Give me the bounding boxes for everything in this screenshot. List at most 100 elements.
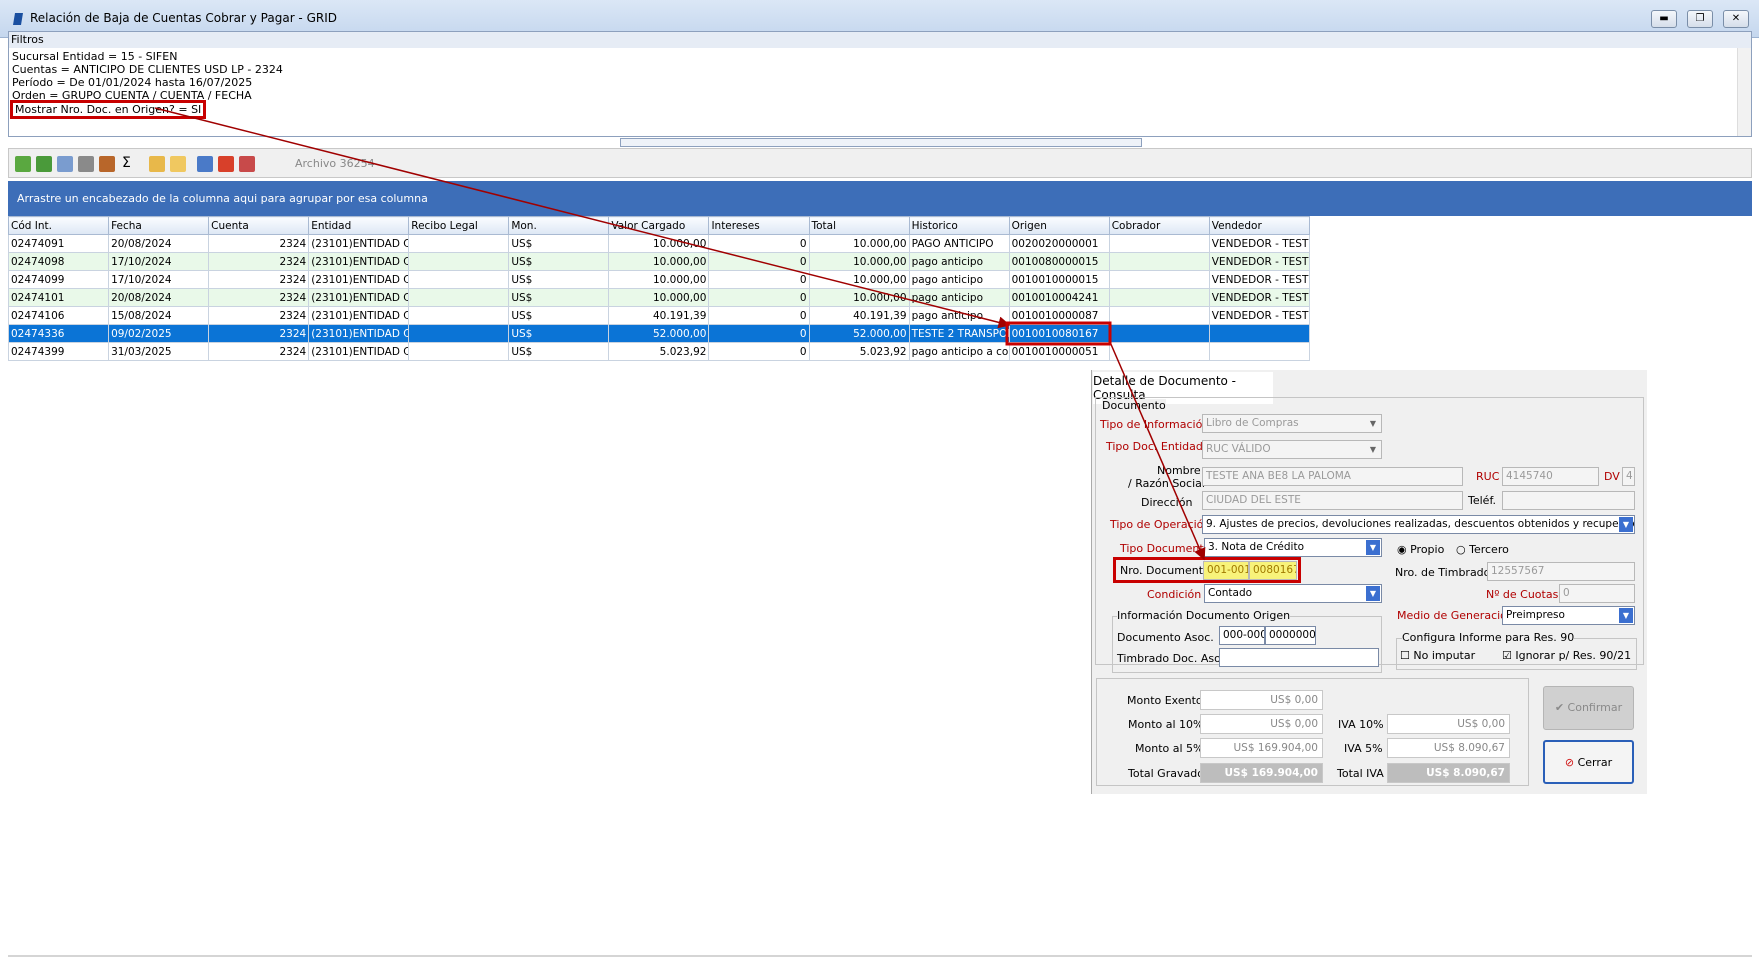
table-cell[interactable]: 40.191,39 <box>808 306 910 325</box>
table-cell[interactable]: 10.000,00 <box>808 270 910 289</box>
table-cell[interactable]: 20/08/2024 <box>108 234 210 253</box>
table-cell[interactable]: 2324 <box>208 252 310 271</box>
table-cell[interactable]: 02474106 <box>7 306 110 325</box>
table-cell[interactable]: 2324 <box>208 324 310 343</box>
column-header[interactable]: Total <box>808 216 910 235</box>
sum-icon[interactable]: Σ <box>122 155 131 171</box>
cerrar-button[interactable]: ⊘ Cerrar <box>1543 740 1634 784</box>
propio-radio[interactable]: ◉ Propio <box>1397 543 1444 556</box>
print-icon[interactable] <box>78 156 94 172</box>
table-cell[interactable]: VENDEDOR - TESTE . <box>1208 252 1311 271</box>
table-cell[interactable]: 5.023,92 <box>608 342 710 361</box>
table-cell[interactable]: US$ <box>508 288 610 307</box>
nombre-field[interactable]: TESTE ANA BE8 LA PALOMA <box>1202 467 1463 486</box>
table-cell[interactable]: 0 <box>708 270 810 289</box>
doc-asoc-establecimiento[interactable]: 000-000 <box>1219 626 1265 645</box>
table-cell[interactable]: VENDEDOR - TESTE . <box>1208 288 1311 307</box>
table-cell[interactable]: (23101)ENTIDAD CF <box>308 270 410 289</box>
table-cell[interactable]: 02474091 <box>7 234 110 253</box>
table-row[interactable]: 02474098 17/10/2024 2324 (23101)ENTIDAD CF U… <box>7 252 1311 271</box>
table-cell[interactable]: 02474101 <box>7 288 110 307</box>
table-cell[interactable] <box>408 252 510 271</box>
table-cell[interactable]: 0010010000051 <box>1008 342 1110 361</box>
table-cell[interactable]: US$ <box>508 306 610 325</box>
tipo-info-select[interactable]: Libro de Compras ▼ <box>1202 414 1382 433</box>
direccion-field[interactable]: CIUDAD DEL ESTE <box>1202 491 1463 510</box>
table-cell[interactable]: 0020020000001 <box>1008 234 1110 253</box>
table-row[interactable]: 02474101 20/08/2024 2324 (23101)ENTIDAD CF U… <box>7 288 1311 307</box>
close-button[interactable]: ✕ <box>1723 10 1749 28</box>
table-cell[interactable]: 02474399 <box>7 342 110 361</box>
table-cell[interactable]: US$ <box>508 324 610 343</box>
table-cell[interactable]: US$ <box>508 234 610 253</box>
table-cell[interactable] <box>408 270 510 289</box>
table-cell[interactable]: 0 <box>708 234 810 253</box>
table-cell[interactable] <box>1108 270 1210 289</box>
column-header[interactable]: Vendedor <box>1208 216 1311 235</box>
columns-icon[interactable] <box>99 156 115 172</box>
table-cell[interactable]: (23101)ENTIDAD CF <box>308 324 410 343</box>
table-cell[interactable]: 0 <box>708 324 810 343</box>
table-cell[interactable]: (23101)ENTIDAD CF <box>308 288 410 307</box>
table-row[interactable]: 02474106 15/08/2024 2324 (23101)ENTIDAD CF U… <box>7 306 1311 325</box>
table-cell[interactable] <box>408 306 510 325</box>
column-header[interactable]: Historico <box>908 216 1010 235</box>
table-cell[interactable]: 52.000,00 <box>608 324 710 343</box>
table-cell[interactable] <box>1108 234 1210 253</box>
table-cell[interactable] <box>408 288 510 307</box>
table-cell[interactable]: 2324 <box>208 306 310 325</box>
table-cell[interactable]: 2324 <box>208 342 310 361</box>
table-row[interactable]: 02474399 31/03/2025 2324 (23101)ENTIDAD CF U… <box>7 342 1311 361</box>
table-cell[interactable] <box>408 234 510 253</box>
tipo-doc-entidad-select[interactable]: RUC VÁLIDO ▼ <box>1202 440 1382 459</box>
ruc-field[interactable]: 4145740 <box>1502 467 1599 486</box>
table-cell[interactable]: 40.191,39 <box>608 306 710 325</box>
tipo-operacion-select[interactable]: 9. Ajustes de precios, devoluciones real… <box>1202 515 1635 534</box>
table-cell[interactable]: 2324 <box>208 288 310 307</box>
table-cell[interactable]: 0010010004241 <box>1008 288 1110 307</box>
table-cell[interactable]: PAGO ANTICIPO <box>908 234 1010 253</box>
table-cell[interactable]: VENDEDOR - TESTE . <box>1208 234 1311 253</box>
table-cell[interactable] <box>408 324 510 343</box>
table-cell[interactable]: 10.000,00 <box>608 288 710 307</box>
stop-icon[interactable] <box>218 156 234 172</box>
table-row[interactable]: 02474336 09/02/2025 2324 (23101)ENTIDAD CF U… <box>7 324 1311 343</box>
tercero-radio[interactable]: ○ Tercero <box>1456 543 1509 556</box>
table-cell[interactable]: US$ <box>508 342 610 361</box>
table-cell[interactable]: 15/08/2024 <box>108 306 210 325</box>
timbrado-asoc-field[interactable] <box>1219 648 1379 667</box>
table-cell[interactable]: 17/10/2024 <box>108 252 210 271</box>
column-header[interactable]: Valor Cargado <box>608 216 710 235</box>
table-cell[interactable]: 09/02/2025 <box>108 324 210 343</box>
dv-field[interactable]: 4 <box>1622 467 1635 486</box>
doc-asoc-numero[interactable]: 0000000 <box>1265 626 1316 645</box>
table-cell[interactable]: 10.000,00 <box>808 288 910 307</box>
table-cell[interactable]: 02474099 <box>7 270 110 289</box>
tipo-documento-select[interactable]: 3. Nota de Crédito ▼ <box>1204 538 1382 557</box>
cuotas-field[interactable]: 0 <box>1559 584 1635 603</box>
nro-documento-numero[interactable]: 0080167 <box>1249 561 1297 580</box>
table-cell[interactable]: 0 <box>708 342 810 361</box>
table-cell[interactable]: 0 <box>708 306 810 325</box>
table-cell[interactable] <box>1208 342 1311 361</box>
panel-splitter[interactable] <box>620 138 1142 147</box>
table-cell[interactable]: 02474336 <box>7 324 110 343</box>
table-cell[interactable] <box>1108 324 1210 343</box>
table-cell[interactable]: 10.000,00 <box>808 252 910 271</box>
table-cell[interactable]: 2324 <box>208 234 310 253</box>
table-cell[interactable] <box>408 342 510 361</box>
table-cell[interactable] <box>1108 288 1210 307</box>
table-cell[interactable]: (23101)ENTIDAD CF <box>308 306 410 325</box>
medio-select[interactable]: Preimpreso ▼ <box>1502 606 1635 625</box>
table-cell[interactable]: 10.000,00 <box>808 234 910 253</box>
column-header[interactable]: Fecha <box>108 216 210 235</box>
table-cell[interactable]: 0010010080167 <box>1008 324 1110 343</box>
column-header[interactable]: Cód Int. <box>7 216 110 235</box>
table-cell[interactable]: 02474098 <box>7 252 110 271</box>
table-cell[interactable]: (23101)ENTIDAD CF <box>308 342 410 361</box>
table-cell[interactable]: pago anticipo <box>908 270 1010 289</box>
folder-icon[interactable] <box>170 156 186 172</box>
column-header[interactable]: Intereses <box>708 216 810 235</box>
filters-scrollbar[interactable] <box>1737 48 1751 136</box>
table-cell[interactable]: 2324 <box>208 270 310 289</box>
